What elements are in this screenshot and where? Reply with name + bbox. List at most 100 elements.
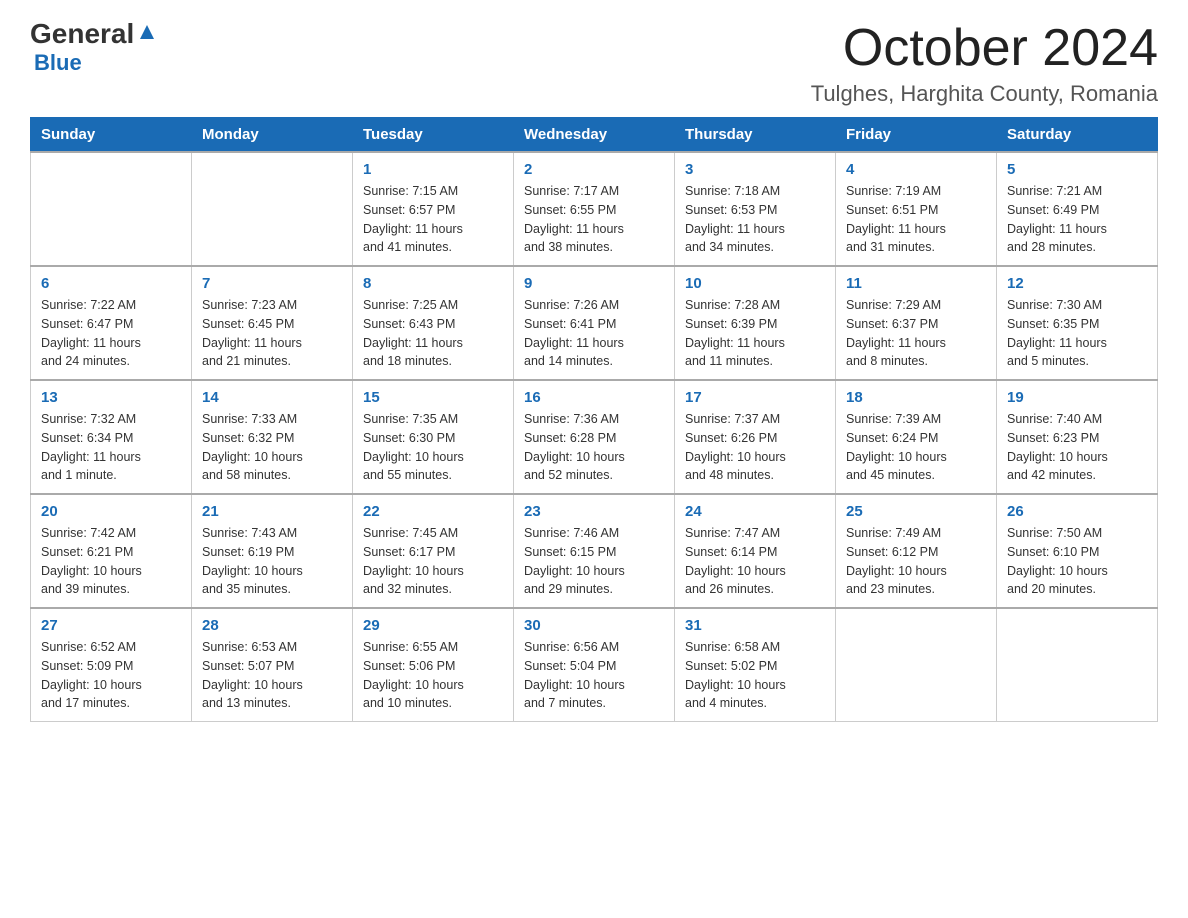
day-number: 24 — [685, 503, 825, 520]
day-of-week-header: Friday — [836, 118, 997, 153]
calendar-day-cell: 23Sunrise: 7:46 AM Sunset: 6:15 PM Dayli… — [514, 494, 675, 608]
day-number: 12 — [1007, 275, 1147, 292]
day-info: Sunrise: 7:46 AM Sunset: 6:15 PM Dayligh… — [524, 524, 664, 599]
calendar-day-cell: 24 Sunrise: 7:47 AM Sunset: 6:14 PM Dayli… — [675, 494, 836, 608]
logo-triangle-icon — [136, 21, 158, 43]
day-of-week-header: Thursday — [675, 118, 836, 153]
calendar-day-cell: 1 Sunrise: 7:15 AM Sunset: 6:57 PM Daylig… — [353, 152, 514, 266]
day-info: Sunrise: 7:33 AM Sunset: 6:32 PM Dayligh… — [202, 410, 342, 485]
day-info: Sunrise: 7:45 AM Sunset: 6:17 PM Dayligh… — [363, 524, 503, 599]
day-info: Sunrise: 7:37 AM Sunset: 6:26 PM Dayligh… — [685, 410, 825, 485]
day-number: 5 — [1007, 161, 1147, 178]
calendar-day-cell: 29 Sunrise: 6:55 AM Sunset: 5:06 PM Dayli… — [353, 608, 514, 722]
calendar-day-cell: 25Sunrise: 7:49 AM Sunset: 6:12 PM Dayli… — [836, 494, 997, 608]
calendar-week-row: 6 Sunrise: 7:22 AM Sunset: 6:47 PM Daylig… — [31, 266, 1158, 380]
day-info: Sunrise: 7:18 AM Sunset: 6:53 PM Dayligh… — [685, 182, 825, 257]
day-number: 7 — [202, 275, 342, 292]
day-number: 10 — [685, 275, 825, 292]
calendar-week-row: 13 Sunrise: 7:32 AM Sunset: 6:34 PM Dayli… — [31, 380, 1158, 494]
day-info: Sunrise: 6:53 AM Sunset: 5:07 PM Dayligh… — [202, 638, 342, 713]
calendar-day-cell: 14 Sunrise: 7:33 AM Sunset: 6:32 PM Dayli… — [192, 380, 353, 494]
day-info: Sunrise: 7:23 AM Sunset: 6:45 PM Dayligh… — [202, 296, 342, 371]
calendar-day-cell: 2 Sunrise: 7:17 AM Sunset: 6:55 PM Daylig… — [514, 152, 675, 266]
day-info: Sunrise: 7:25 AM Sunset: 6:43 PM Dayligh… — [363, 296, 503, 371]
day-number: 6 — [41, 275, 181, 292]
day-number: 29 — [363, 617, 503, 634]
month-title: October 2024 — [811, 20, 1158, 77]
day-info: Sunrise: 6:55 AM Sunset: 5:06 PM Dayligh… — [363, 638, 503, 713]
day-number: 20 — [41, 503, 181, 520]
calendar-day-cell: 5 Sunrise: 7:21 AM Sunset: 6:49 PM Daylig… — [997, 152, 1158, 266]
day-info: Sunrise: 7:47 AM Sunset: 6:14 PM Dayligh… — [685, 524, 825, 599]
day-number: 18 — [846, 389, 986, 406]
day-of-week-header: Wednesday — [514, 118, 675, 153]
day-info: Sunrise: 7:30 AM Sunset: 6:35 PM Dayligh… — [1007, 296, 1147, 371]
calendar-day-cell: 20 Sunrise: 7:42 AM Sunset: 6:21 PM Dayli… — [31, 494, 192, 608]
day-info: Sunrise: 7:39 AM Sunset: 6:24 PM Dayligh… — [846, 410, 986, 485]
day-info: Sunrise: 7:19 AM Sunset: 6:51 PM Dayligh… — [846, 182, 986, 257]
day-number: 2 — [524, 161, 664, 178]
calendar-day-cell: 10 Sunrise: 7:28 AM Sunset: 6:39 PM Dayli… — [675, 266, 836, 380]
calendar-day-cell — [997, 608, 1158, 722]
day-number: 13 — [41, 389, 181, 406]
calendar-week-row: 20 Sunrise: 7:42 AM Sunset: 6:21 PM Dayli… — [31, 494, 1158, 608]
day-of-week-header: Saturday — [997, 118, 1158, 153]
calendar-day-cell: 31 Sunrise: 6:58 AM Sunset: 5:02 PM Dayli… — [675, 608, 836, 722]
page-header: General Blue October 2024 Tulghes, Hargh… — [30, 20, 1158, 107]
calendar-day-cell: 22Sunrise: 7:45 AM Sunset: 6:17 PM Dayli… — [353, 494, 514, 608]
day-number: 28 — [202, 617, 342, 634]
calendar-week-row: 1 Sunrise: 7:15 AM Sunset: 6:57 PM Daylig… — [31, 152, 1158, 266]
day-number: 19 — [1007, 389, 1147, 406]
day-info: Sunrise: 7:26 AM Sunset: 6:41 PM Dayligh… — [524, 296, 664, 371]
day-info: Sunrise: 7:29 AM Sunset: 6:37 PM Dayligh… — [846, 296, 986, 371]
day-number: 4 — [846, 161, 986, 178]
calendar-table: SundayMondayTuesdayWednesdayThursdayFrid… — [30, 117, 1158, 722]
day-info: Sunrise: 7:40 AM Sunset: 6:23 PM Dayligh… — [1007, 410, 1147, 485]
logo-general-text: General — [30, 20, 134, 48]
day-number: 14 — [202, 389, 342, 406]
day-info: Sunrise: 7:28 AM Sunset: 6:39 PM Dayligh… — [685, 296, 825, 371]
calendar-day-cell: 16Sunrise: 7:36 AM Sunset: 6:28 PM Dayli… — [514, 380, 675, 494]
day-info: Sunrise: 7:22 AM Sunset: 6:47 PM Dayligh… — [41, 296, 181, 371]
calendar-day-cell — [31, 152, 192, 266]
title-block: October 2024 Tulghes, Harghita County, R… — [811, 20, 1158, 107]
day-info: Sunrise: 7:43 AM Sunset: 6:19 PM Dayligh… — [202, 524, 342, 599]
logo-blue-text: Blue — [34, 50, 82, 76]
calendar-day-cell — [192, 152, 353, 266]
day-number: 31 — [685, 617, 825, 634]
day-info: Sunrise: 6:58 AM Sunset: 5:02 PM Dayligh… — [685, 638, 825, 713]
calendar-day-cell: 18 Sunrise: 7:39 AM Sunset: 6:24 PM Dayli… — [836, 380, 997, 494]
calendar-day-cell — [836, 608, 997, 722]
day-number: 16 — [524, 389, 664, 406]
calendar-day-cell: 4 Sunrise: 7:19 AM Sunset: 6:51 PM Daylig… — [836, 152, 997, 266]
day-info: Sunrise: 6:56 AM Sunset: 5:04 PM Dayligh… — [524, 638, 664, 713]
calendar-day-cell: 28 Sunrise: 6:53 AM Sunset: 5:07 PM Dayli… — [192, 608, 353, 722]
day-number: 21 — [202, 503, 342, 520]
day-number: 8 — [363, 275, 503, 292]
day-info: Sunrise: 7:17 AM Sunset: 6:55 PM Dayligh… — [524, 182, 664, 257]
day-of-week-header: Tuesday — [353, 118, 514, 153]
day-number: 30 — [524, 617, 664, 634]
calendar-week-row: 27Sunrise: 6:52 AM Sunset: 5:09 PM Dayli… — [31, 608, 1158, 722]
location-title: Tulghes, Harghita County, Romania — [811, 81, 1158, 107]
calendar-day-cell: 3Sunrise: 7:18 AM Sunset: 6:53 PM Daylig… — [675, 152, 836, 266]
calendar-day-cell: 6 Sunrise: 7:22 AM Sunset: 6:47 PM Daylig… — [31, 266, 192, 380]
calendar-header-row: SundayMondayTuesdayWednesdayThursdayFrid… — [31, 118, 1158, 153]
day-of-week-header: Monday — [192, 118, 353, 153]
day-info: Sunrise: 7:21 AM Sunset: 6:49 PM Dayligh… — [1007, 182, 1147, 257]
day-number: 1 — [363, 161, 503, 178]
day-number: 15 — [363, 389, 503, 406]
day-info: Sunrise: 7:42 AM Sunset: 6:21 PM Dayligh… — [41, 524, 181, 599]
day-info: Sunrise: 7:15 AM Sunset: 6:57 PM Dayligh… — [363, 182, 503, 257]
calendar-day-cell: 13 Sunrise: 7:32 AM Sunset: 6:34 PM Dayli… — [31, 380, 192, 494]
day-of-week-header: Sunday — [31, 118, 192, 153]
calendar-day-cell: 7 Sunrise: 7:23 AM Sunset: 6:45 PM Daylig… — [192, 266, 353, 380]
calendar-day-cell: 11Sunrise: 7:29 AM Sunset: 6:37 PM Dayli… — [836, 266, 997, 380]
calendar-day-cell: 30 Sunrise: 6:56 AM Sunset: 5:04 PM Dayli… — [514, 608, 675, 722]
day-info: Sunrise: 7:50 AM Sunset: 6:10 PM Dayligh… — [1007, 524, 1147, 599]
calendar-day-cell: 8 Sunrise: 7:25 AM Sunset: 6:43 PM Daylig… — [353, 266, 514, 380]
day-number: 26 — [1007, 503, 1147, 520]
day-number: 25 — [846, 503, 986, 520]
day-info: Sunrise: 7:32 AM Sunset: 6:34 PM Dayligh… — [41, 410, 181, 485]
logo: General Blue — [30, 20, 158, 76]
